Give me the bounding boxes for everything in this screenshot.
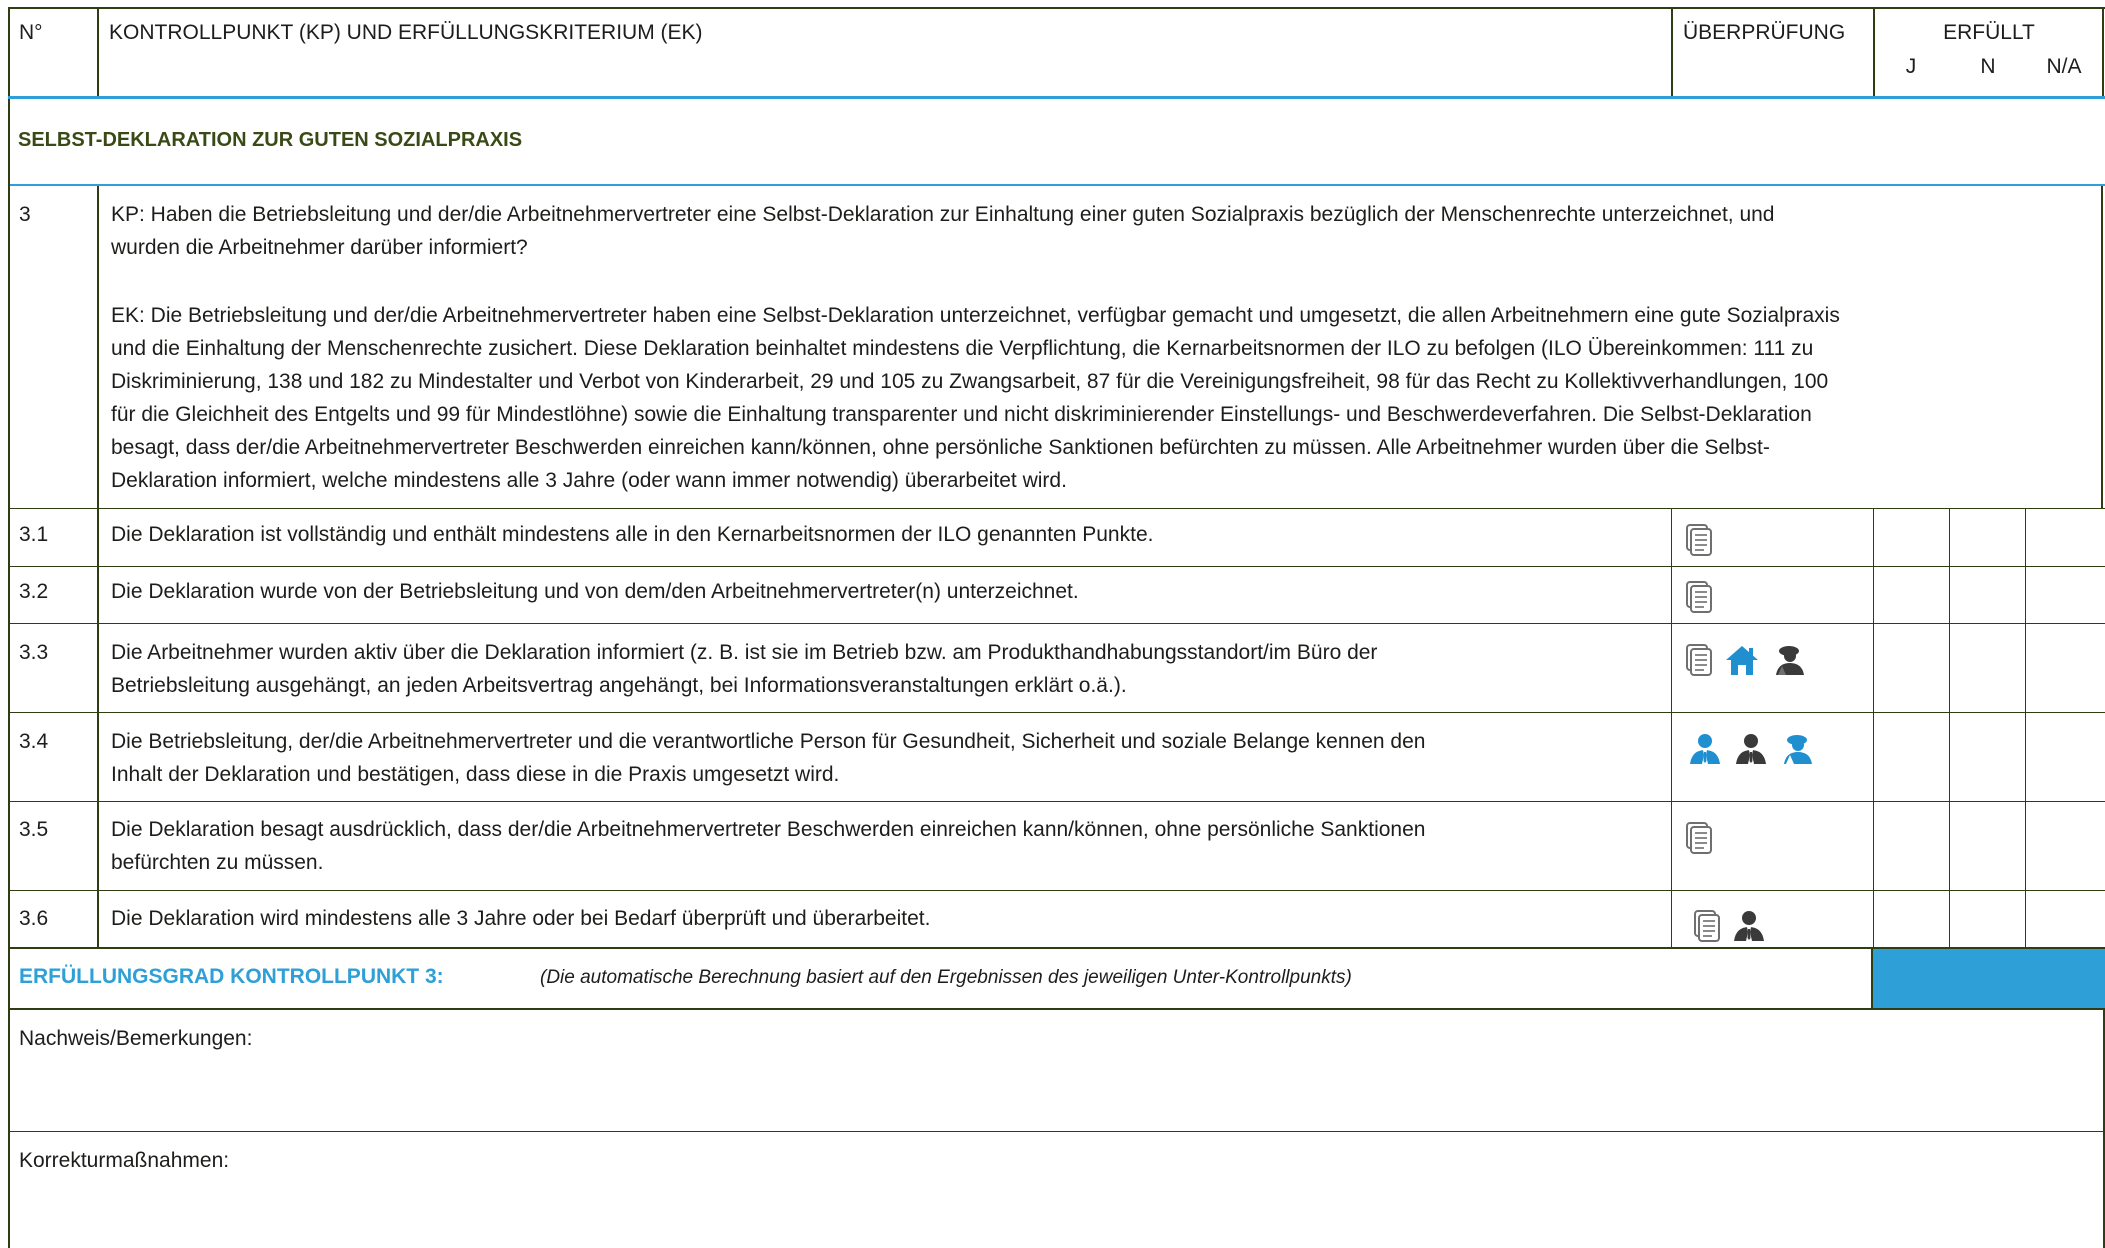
ek-line: EK: Die Betriebsleitung und der/die Arbe… (111, 304, 1840, 327)
row-number: 3.5 (19, 818, 49, 841)
row-number: 3 (19, 203, 31, 226)
document-icon (1686, 822, 1712, 854)
ek-line: Deklaration informiert, welche mindesten… (111, 469, 1067, 492)
sub-criterion-text: Die Deklaration wurde von der Betriebsle… (111, 575, 1661, 608)
criterion-line: Die Deklaration ist vollständig und enth… (111, 523, 1154, 546)
row-number: 3.6 (19, 907, 49, 930)
row-number: 3.4 (19, 730, 49, 753)
home-icon (1726, 646, 1758, 675)
sub-criterion-text: Die Betriebsleitung, der/die Arbeitnehme… (111, 725, 1661, 791)
verification-icons (1686, 822, 1724, 854)
section-title: SELBST-DEKLARATION ZUR GUTEN SOZIALPRAXI… (18, 129, 523, 151)
header-check: ÜBERPRÜFUNG (1683, 21, 1846, 44)
criterion-line: Die Deklaration wurde von der Betriebsle… (111, 580, 1079, 603)
sub-criterion-text: Die Deklaration wird mindestens alle 3 J… (111, 902, 1661, 935)
document-icon (1694, 910, 1720, 942)
criterion-line: Die Betriebsleitung, der/die Arbeitnehme… (111, 730, 1426, 753)
document-icon (1686, 524, 1712, 556)
cell-n-3-1[interactable] (1951, 510, 2024, 565)
summary-note: (Die automatische Berechnung basiert auf… (540, 967, 1352, 988)
summary-label: ERFÜLLUNGSGRAD KONTROLLPUNKT 3: (19, 965, 444, 988)
verification-icons (1686, 581, 1724, 613)
verification-icons (1694, 910, 1778, 942)
cell-na-3-1[interactable] (2027, 510, 2100, 565)
kp-line: KP: Haben die Betriebsleitung und der/di… (111, 203, 1775, 226)
sub-criterion-text: Die Arbeitnehmer wurden aktiv über die D… (111, 636, 1661, 702)
ek-line: Diskriminierung, 138 und 182 zu Mindesta… (111, 370, 1829, 393)
kp-line: wurden die Arbeitnehmer darüber informie… (111, 236, 528, 259)
criterion-line: Die Deklaration besagt ausdrücklich, das… (111, 818, 1426, 841)
document-icon (1686, 581, 1712, 613)
cell-j-3-1[interactable] (1875, 510, 1948, 565)
control-point-text: KP: Haben die Betriebsleitung und der/di… (111, 198, 2096, 497)
document-icon (1686, 644, 1712, 676)
ek-line: besagt, dass der/die Arbeitnehmervertret… (111, 436, 1770, 459)
verification-icons (1686, 524, 1724, 556)
header-fulfilled: ERFÜLLT (1943, 21, 2035, 44)
corrective-label: Korrekturmaßnahmen: (19, 1149, 230, 1172)
evidence-label: Nachweis/Bemerkungen: (19, 1027, 253, 1050)
sub-criterion-text: Die Deklaration besagt ausdrücklich, das… (111, 813, 1661, 879)
header-kp: KONTROLLPUNKT (KP) UND ERFÜLLUNGSKRITERI… (109, 21, 703, 44)
criterion-line: Inhalt der Deklaration und bestätigen, d… (111, 763, 840, 786)
corrective-field[interactable] (12, 1178, 2100, 1246)
manager-icon (1736, 734, 1766, 764)
ek-line: für die Gleichheit des Entgelts und 99 f… (111, 403, 1812, 426)
row-number: 3.1 (19, 523, 49, 546)
manager-blue-icon (1690, 734, 1720, 764)
header-no: N° (19, 21, 43, 44)
header-na: N/A (2046, 55, 2082, 78)
header-j: J (1905, 55, 1917, 78)
manager-icon (1734, 911, 1764, 941)
criterion-line: Betriebsleitung ausgehängt, an jeden Arb… (111, 674, 1127, 697)
criterion-line: Die Arbeitnehmer wurden aktiv über die D… (111, 641, 1378, 664)
worker-blue-icon (1784, 735, 1812, 764)
ek-line: und die Einhaltung der Menschenrechte zu… (111, 337, 1814, 360)
evidence-field[interactable] (12, 1056, 2100, 1128)
header-n: N (1980, 55, 1996, 78)
verification-icons (1686, 644, 1820, 676)
row-number: 3.2 (19, 580, 49, 603)
row-number: 3.3 (19, 641, 49, 664)
verification-icons (1688, 733, 1828, 765)
criterion-line: befürchten zu müssen. (111, 851, 324, 874)
worker-interview-icon (1776, 646, 1804, 675)
criterion-line: Die Deklaration wird mindestens alle 3 J… (111, 907, 931, 930)
sub-criterion-text: Die Deklaration ist vollständig und enth… (111, 518, 1661, 551)
compliance-score-cell (1873, 949, 2105, 1008)
